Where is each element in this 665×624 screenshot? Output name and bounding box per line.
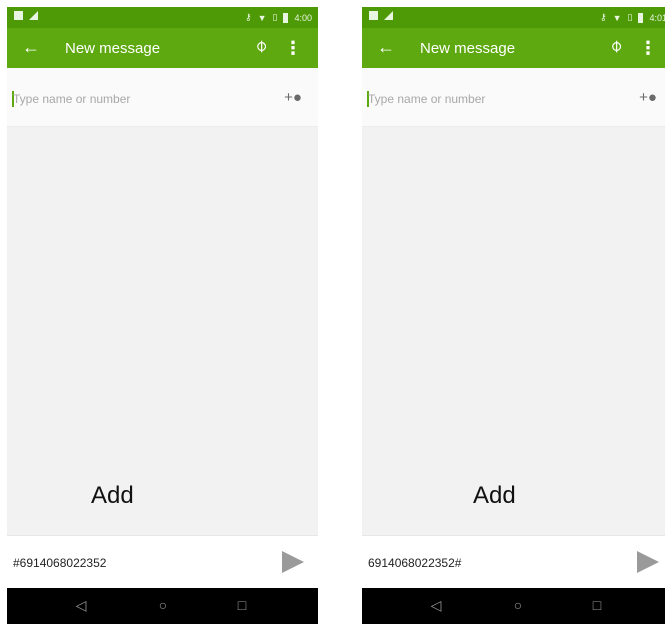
gallery-notification-icon: [369, 11, 378, 20]
vpn-key-icon: ⚷: [245, 12, 252, 22]
status-time: 4:01: [649, 12, 665, 23]
toolbar-title: New message: [420, 40, 516, 57]
nav-recent-icon[interactable]: □: [232, 597, 252, 613]
vpn-key-icon: ⚷: [600, 12, 607, 22]
battery-icon: [283, 12, 289, 23]
status-bar: ⚷ ▼ ▯ 4:00: [7, 7, 318, 28]
signal-icon: [29, 11, 38, 20]
wifi-icon: ▼: [257, 12, 267, 23]
back-arrow-icon[interactable]: ←: [21, 37, 41, 59]
add-contact-icon[interactable]: +●: [639, 89, 657, 106]
compose-bar: 6914068022352#: [362, 535, 665, 589]
conversation-area: [362, 127, 665, 535]
nav-home-icon[interactable]: ○: [153, 597, 173, 613]
back-arrow-icon[interactable]: ←: [376, 37, 396, 59]
message-input[interactable]: 6914068022352#: [368, 556, 461, 570]
add-contact-icon[interactable]: +●: [284, 89, 302, 106]
more-options-icon[interactable]: ⋮: [639, 38, 657, 59]
toolbar-title: New message: [65, 40, 161, 57]
compose-bar: #6914068022352: [7, 535, 318, 589]
message-input[interactable]: #6914068022352: [13, 556, 106, 570]
phone-screen-left: ⚷ ▼ ▯ 4:00 ← New message ⌀ ⋮ +● Add #691…: [7, 7, 318, 624]
nav-recent-icon[interactable]: □: [587, 597, 607, 613]
caption-label: Add: [91, 482, 134, 509]
caption-label: Add: [473, 482, 516, 509]
paperclip-icon[interactable]: ⌀: [250, 35, 271, 56]
send-icon[interactable]: [637, 551, 659, 573]
app-toolbar: ← New message ⌀ ⋮: [362, 28, 665, 68]
status-time: 4:00: [294, 12, 312, 23]
nav-back-icon[interactable]: ◁: [71, 597, 91, 614]
navigation-bar: ◁ ○ □: [7, 588, 318, 624]
navigation-bar: ◁ ○ □: [362, 588, 665, 624]
recipient-input[interactable]: [368, 88, 618, 110]
more-options-icon[interactable]: ⋮: [284, 38, 302, 59]
recipient-input[interactable]: [13, 88, 263, 110]
phone-screen-right: ⚷ ▼ ▯ 4:01 ← New message ⌀ ⋮ +● Add 6914…: [362, 7, 665, 624]
nav-back-icon[interactable]: ◁: [426, 597, 446, 614]
app-toolbar: ← New message ⌀ ⋮: [7, 28, 318, 68]
paperclip-icon[interactable]: ⌀: [605, 35, 626, 56]
recipient-bar: +●: [362, 68, 665, 127]
cell-signal-icon: ▯: [627, 12, 633, 22]
conversation-area: [7, 127, 318, 535]
signal-icon: [384, 11, 393, 20]
nav-home-icon[interactable]: ○: [508, 597, 528, 613]
status-bar: ⚷ ▼ ▯ 4:01: [362, 7, 665, 28]
recipient-bar: +●: [7, 68, 318, 127]
send-icon[interactable]: [282, 551, 304, 573]
cell-signal-icon: ▯: [272, 12, 278, 22]
battery-icon: [638, 12, 644, 23]
wifi-icon: ▼: [612, 12, 622, 23]
gallery-notification-icon: [14, 11, 23, 20]
